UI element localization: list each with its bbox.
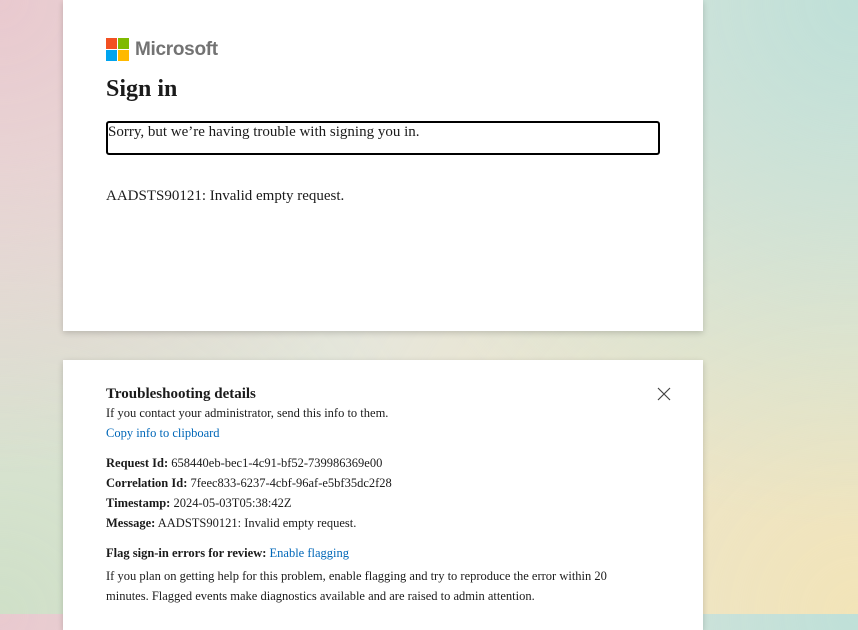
- flag-description: If you plan on getting help for this pro…: [106, 569, 607, 603]
- request-id-value: 658440eb-bec1-4c91-bf52-739986369e00: [171, 456, 383, 470]
- timestamp-row: Timestamp: 2024-05-03T05:38:42Z: [106, 496, 292, 511]
- correlation-id-value: 7feec833-6237-4cbf-96af-e5bf35dc2f28: [190, 476, 392, 490]
- timestamp-label: Timestamp:: [106, 496, 171, 510]
- error-message-box: Sorry, but we’re having trouble with sig…: [106, 121, 660, 155]
- message-row: Message: AADSTS90121: Invalid empty requ…: [106, 516, 356, 531]
- close-button[interactable]: [657, 387, 671, 401]
- timestamp-value: 2024-05-03T05:38:42Z: [173, 496, 292, 510]
- request-id-row: Request Id: 658440eb-bec1-4c91-bf52-7399…: [106, 456, 382, 471]
- error-message: Sorry, but we’re having trouble with sig…: [108, 124, 420, 140]
- copy-info-link[interactable]: Copy info to clipboard: [106, 426, 220, 441]
- microsoft-logo-icon: [106, 38, 129, 61]
- message-label: Message:: [106, 516, 156, 530]
- correlation-id-row: Correlation Id: 7feec833-6237-4cbf-96af-…: [106, 476, 392, 491]
- close-icon: [657, 387, 671, 401]
- signin-card: Microsoft Sign in Sorry, but we’re havin…: [63, 0, 703, 331]
- microsoft-wordmark: Microsoft: [135, 38, 218, 60]
- troubleshooting-intro: If you contact your administrator, send …: [106, 406, 389, 420]
- flag-row: Flag sign-in errors for review: Enable f…: [106, 546, 349, 561]
- enable-flagging-link[interactable]: Enable flagging: [270, 546, 350, 560]
- page-title: Sign in: [106, 76, 178, 102]
- message-value: AADSTS90121: Invalid empty request.: [157, 516, 357, 530]
- request-id-label: Request Id:: [106, 456, 169, 470]
- error-code: AADSTS90121: Invalid empty request.: [106, 188, 345, 204]
- troubleshooting-card: Troubleshooting details If you contact y…: [63, 360, 703, 630]
- microsoft-logo: Microsoft: [106, 38, 218, 61]
- correlation-id-label: Correlation Id:: [106, 476, 188, 490]
- troubleshooting-title: Troubleshooting details: [106, 386, 256, 402]
- flag-label: Flag sign-in errors for review:: [106, 546, 267, 560]
